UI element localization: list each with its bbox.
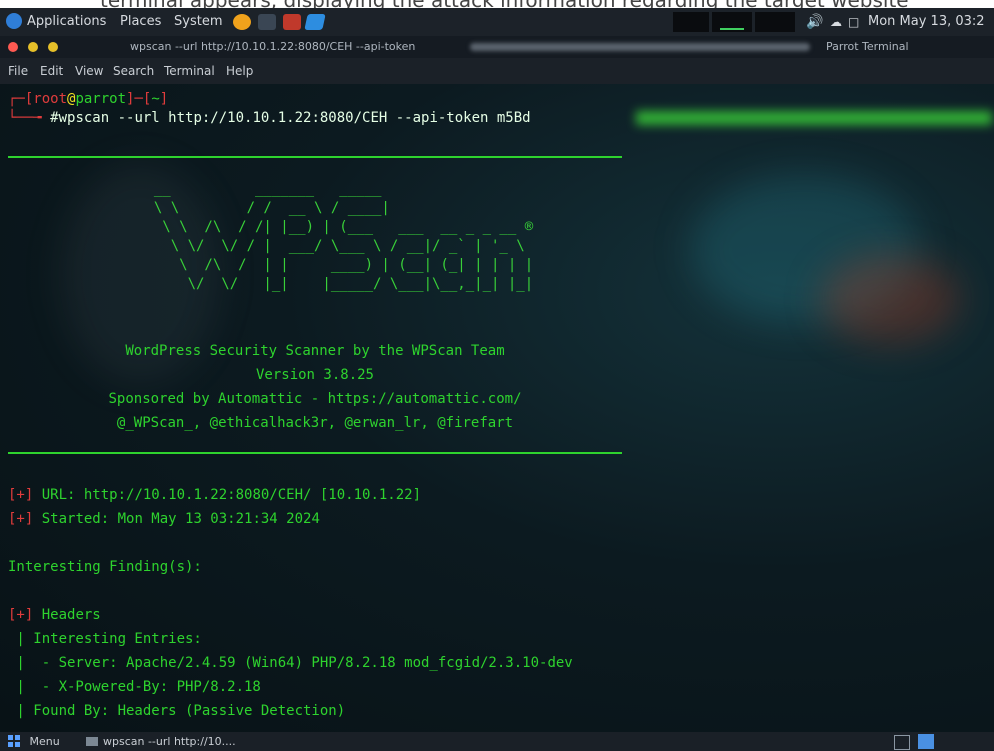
places-menu[interactable]: Places	[120, 8, 161, 36]
separator-top	[8, 156, 622, 158]
workspace-2[interactable]	[712, 12, 752, 32]
started-line: [+] Started: Mon May 13 03:21:34 2024	[8, 511, 320, 527]
findings-heading: Interesting Finding(s):	[8, 559, 202, 575]
caption-text: terminal appears, displaying the attack …	[100, 0, 909, 8]
show-desktop-button[interactable]	[918, 734, 934, 749]
menu-search[interactable]: Search	[113, 58, 154, 84]
vscode-launcher-icon[interactable]	[304, 14, 326, 30]
version: Version 3.8.25	[255, 367, 374, 383]
terminal-output[interactable]: ┌─[root@parrot]─[~] └──╼ #wpscan --url h…	[0, 84, 994, 732]
maximize-button[interactable]	[48, 42, 58, 52]
server-entry: | - Server: Apache/2.4.59 (Win64) PHP/8.…	[8, 655, 573, 671]
menu-view[interactable]: View	[75, 58, 103, 84]
menu-terminal[interactable]: Terminal	[164, 58, 215, 84]
wpscan-ascii-logo: __ _______ _____ \ \ / / __ \ / ____| \ …	[153, 181, 534, 292]
menu-edit[interactable]: Edit	[40, 58, 63, 84]
window-titlebar[interactable]: wpscan --url http://10.10.1.22:8080/CEH …	[0, 36, 994, 58]
window-app-name: Parrot Terminal	[826, 40, 909, 53]
found-by-entry: | Found By: Headers (Passive Detection)	[8, 703, 346, 719]
network-icon[interactable]: ☁	[830, 8, 842, 36]
clock[interactable]: Mon May 13, 03:2	[868, 8, 985, 36]
top-panel: Applications Places System 🔊 ☁ □ Mon May…	[0, 8, 994, 36]
instruction-caption: terminal appears, displaying the attack …	[0, 0, 994, 8]
menu-file[interactable]: File	[8, 58, 28, 84]
redacted-token	[470, 43, 810, 51]
close-button[interactable]	[8, 42, 18, 52]
terminal-launcher-icon[interactable]	[258, 14, 276, 30]
menu-help[interactable]: Help	[226, 58, 253, 84]
headers-line: [+] Headers	[8, 607, 101, 623]
workspace-3[interactable]	[755, 12, 795, 32]
workspace-1[interactable]	[673, 12, 709, 32]
menu-button[interactable]: Menu	[8, 732, 60, 751]
taskbar-terminal-task[interactable]: wpscan --url http://10....	[86, 732, 236, 751]
volume-icon[interactable]: 🔊	[806, 8, 823, 36]
powered-by-entry: | - X-Powered-By: PHP/8.2.18	[8, 679, 261, 695]
window-title: wpscan --url http://10.10.1.22:8080/CEH …	[130, 40, 416, 53]
menu-grid-icon	[8, 735, 20, 747]
terminal-icon	[86, 736, 98, 746]
taskbar: Menu wpscan --url http://10....	[0, 732, 994, 751]
url-line: [+] URL: http://10.10.1.22:8080/CEH/ [10…	[8, 487, 422, 503]
applications-menu[interactable]: Applications	[6, 8, 106, 36]
separator-bottom	[8, 452, 622, 454]
window-icon[interactable]: □	[848, 8, 859, 36]
burp-launcher-icon[interactable]	[283, 14, 301, 30]
parrot-logo-icon	[6, 12, 22, 29]
firefox-launcher-icon[interactable]	[233, 14, 251, 30]
minimize-button[interactable]	[28, 42, 38, 52]
redacted-api-token	[636, 111, 992, 125]
wallpaper-parrot-red	[820, 254, 960, 344]
authors: @_WPScan_, @ethicalhack3r, @erwan_lr, @f…	[116, 415, 514, 431]
menu-bar: File Edit View Search Terminal Help	[0, 58, 994, 84]
sponsor: Sponsored by Automattic - https://automa…	[108, 391, 522, 407]
keyboard-layout-icon[interactable]	[894, 735, 910, 750]
prompt-line: ┌─[root@parrot]─[~]	[8, 91, 169, 107]
system-menu[interactable]: System	[174, 8, 222, 36]
entries-label: | Interesting Entries:	[8, 631, 202, 647]
command-line: └──╼ #wpscan --url http://10.10.1.22:808…	[8, 110, 531, 126]
tagline: WordPress Security Scanner by the WPScan…	[125, 343, 505, 359]
